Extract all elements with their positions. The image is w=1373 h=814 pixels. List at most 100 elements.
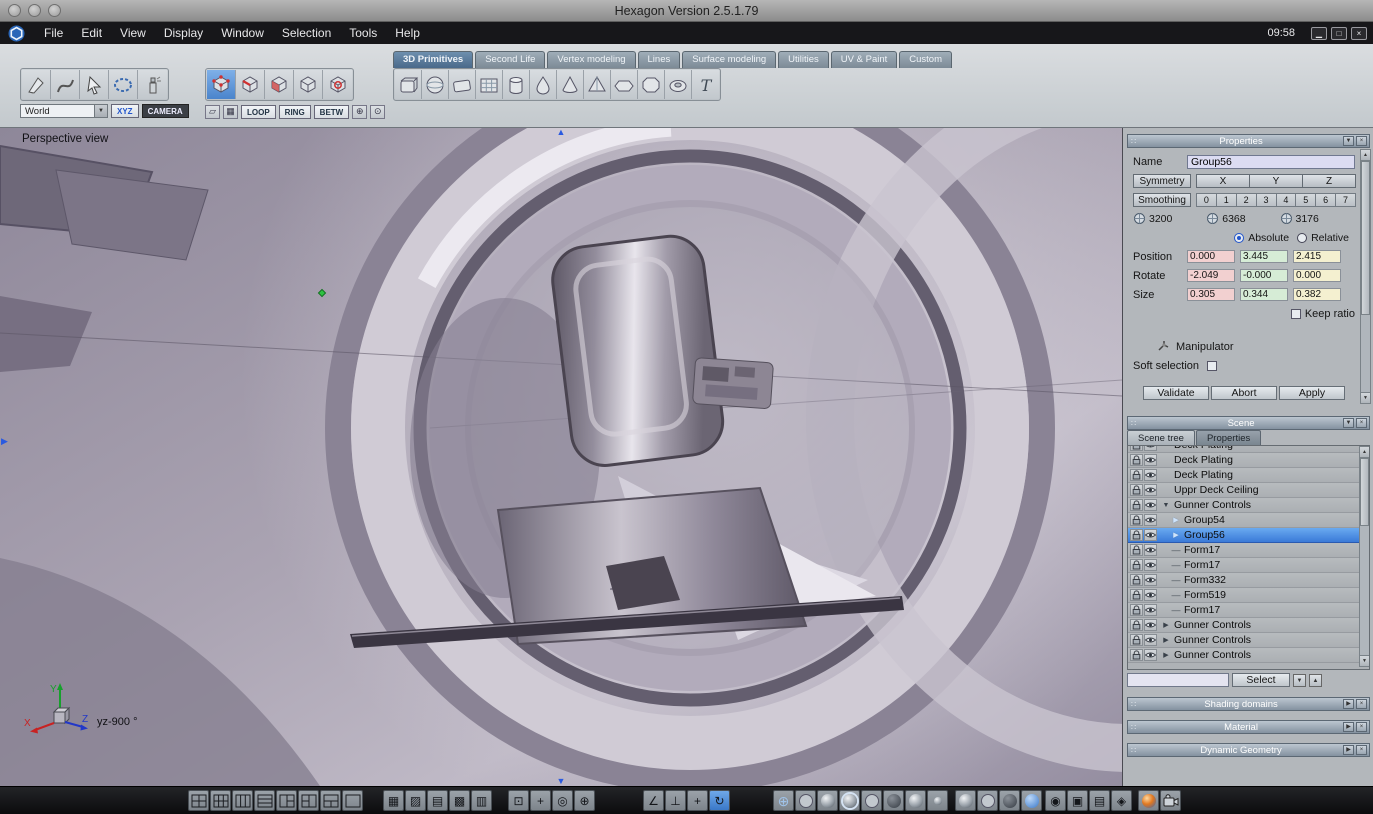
normal-tool-icon[interactable]: ⊥ <box>665 790 686 811</box>
panel-close-icon[interactable]: × <box>1356 136 1367 146</box>
tab-lines[interactable]: Lines <box>637 51 681 68</box>
layout-single-icon[interactable] <box>342 790 363 811</box>
scene-tree-row-deck-plating[interactable]: Deck Plating <box>1128 446 1359 453</box>
scene-tree-row-form519[interactable]: — Form519 <box>1128 588 1359 603</box>
tab-custom[interactable]: Custom <box>899 51 952 68</box>
uv-grid-icon[interactable]: ▦ <box>383 790 404 811</box>
scroll-up-icon[interactable]: ▲ <box>1361 150 1370 161</box>
abort-button[interactable]: Abort <box>1211 385 1277 400</box>
pan-view-icon[interactable]: + <box>530 790 551 811</box>
dynamic-geometry-panel-header[interactable]: ∷ Dynamic Geometry ▶ × <box>1127 743 1370 757</box>
lock-icon[interactable] <box>1130 446 1143 451</box>
keep-ratio-checkbox[interactable] <box>1290 308 1301 319</box>
panel-grip-icon[interactable]: ∷ <box>1128 723 1139 732</box>
face-mode-icon[interactable] <box>265 70 294 99</box>
scene-tree-row-group56[interactable]: ▶ Group56 <box>1128 528 1359 543</box>
symmetry-z-button[interactable]: Z <box>1302 173 1356 188</box>
layout-quad-icon[interactable] <box>188 790 209 811</box>
tab-3d-primitives[interactable]: 3D Primitives <box>393 51 474 68</box>
object-mode-icon[interactable] <box>294 70 323 99</box>
scene-panel-header[interactable]: ∷ Scene ▼ × <box>1127 416 1370 430</box>
split-handle-left[interactable]: ▶ <box>1 437 8 446</box>
smoothing-level-6[interactable]: 6 <box>1315 192 1337 207</box>
select-down-icon[interactable]: ▼ <box>1293 673 1306 687</box>
scene-tree-row-form17[interactable]: — Form17 <box>1128 603 1359 618</box>
panel-grip-icon[interactable]: ∷ <box>1128 419 1139 428</box>
dark-display-icon[interactable] <box>883 790 904 811</box>
orbit-tool-icon[interactable]: ↻ <box>709 790 730 811</box>
visibility-eye-icon[interactable] <box>1144 499 1157 511</box>
lock-icon[interactable] <box>1130 619 1143 631</box>
smoothing-level-5[interactable]: 5 <box>1295 192 1317 207</box>
between-button[interactable]: BETW <box>313 104 350 119</box>
scene-tree-row-gunner-controls[interactable]: ▶ Gunner Controls <box>1128 618 1359 633</box>
expand-icon[interactable]: ▶ <box>1170 531 1182 539</box>
scene-tree-row-deck-plating[interactable]: Deck Plating <box>1128 468 1359 483</box>
panel-close-icon[interactable]: × <box>1356 745 1367 755</box>
auto-mode-icon[interactable] <box>323 70 352 99</box>
rotate-z-field[interactable]: 0.000 <box>1293 269 1341 282</box>
scroll-thumb[interactable] <box>1361 161 1370 315</box>
rotate-y-field[interactable]: -0.000 <box>1240 269 1288 282</box>
properties-scrollbar[interactable]: ▲ ▼ <box>1360 149 1371 404</box>
teardrop-primitive-icon[interactable] <box>530 70 557 99</box>
visibility-eye-icon[interactable] <box>1144 634 1157 646</box>
xyz-button[interactable]: XYZ <box>111 104 139 118</box>
paint-layer-icon[interactable]: ▨ <box>405 790 426 811</box>
expand-icon[interactable]: ▶ <box>1170 516 1182 524</box>
scroll-thumb[interactable] <box>1360 458 1369 526</box>
select-button[interactable]: Select <box>1232 673 1290 687</box>
smoothing-level-2[interactable]: 2 <box>1235 192 1257 207</box>
curve-tool-icon[interactable] <box>51 70 80 99</box>
select-input[interactable] <box>1127 673 1229 687</box>
pyramid-primitive-icon[interactable] <box>584 70 611 99</box>
visibility-eye-icon[interactable] <box>1144 574 1157 586</box>
material-panel-header[interactable]: ∷ Material ▶ × <box>1127 720 1370 734</box>
layout-six-icon[interactable] <box>210 790 231 811</box>
uv-editor-icon[interactable]: ▣ <box>1067 790 1088 811</box>
lock-icon[interactable] <box>1130 529 1143 541</box>
visibility-eye-icon[interactable] <box>1144 619 1157 631</box>
cone-primitive-icon[interactable] <box>557 70 584 99</box>
minimize-button[interactable]: ▁ <box>1311 26 1327 40</box>
texture-colors-icon[interactable]: ▩ <box>449 790 470 811</box>
shading-list-icon[interactable]: ▤ <box>1089 790 1110 811</box>
lock-icon[interactable] <box>1130 469 1143 481</box>
texture-rows-icon[interactable]: ▥ <box>471 790 492 811</box>
manipulator-icon[interactable] <box>1157 339 1170 355</box>
scroll-down-icon[interactable]: ▼ <box>1360 655 1369 666</box>
visibility-eye-icon[interactable] <box>1144 484 1157 496</box>
layout-rows-icon[interactable] <box>254 790 275 811</box>
points-display-icon[interactable] <box>927 790 948 811</box>
validate-button[interactable]: Validate <box>1143 385 1209 400</box>
grid-primitive-icon[interactable] <box>476 70 503 99</box>
tab-uv-paint[interactable]: UV & Paint <box>830 51 898 68</box>
lock-icon[interactable] <box>1130 604 1143 616</box>
symmetry-button[interactable]: Symmetry <box>1133 173 1191 188</box>
select-arrow-icon[interactable] <box>80 70 109 99</box>
size-z-field[interactable]: 0.382 <box>1293 288 1341 301</box>
position-x-field[interactable]: 0.000 <box>1187 250 1235 263</box>
visibility-eye-icon[interactable] <box>1144 589 1157 601</box>
split-handle-top[interactable]: ▲ <box>557 128 566 137</box>
grow-selection-icon[interactable]: ⊕ <box>352 104 368 119</box>
shading-domains-panel-header[interactable]: ∷ Shading domains ▶ × <box>1127 697 1370 711</box>
panel-close-icon[interactable]: × <box>1356 699 1367 709</box>
smooth-display-icon[interactable] <box>817 790 838 811</box>
lighting-icon[interactable] <box>955 790 976 811</box>
smoothing-level-1[interactable]: 1 <box>1215 192 1237 207</box>
grid-edge-icon[interactable]: ▦ <box>223 104 238 119</box>
menu-item-help[interactable]: Help <box>386 26 429 40</box>
text-primitive-icon[interactable]: T <box>692 70 719 99</box>
minimize-traffic-button[interactable] <box>28 4 41 17</box>
zoom-traffic-button[interactable] <box>48 4 61 17</box>
visibility-eye-icon[interactable] <box>1144 469 1157 481</box>
expand-icon[interactable]: ▶ <box>1160 636 1172 644</box>
spray-tool-icon[interactable] <box>138 70 167 99</box>
domains-icon[interactable]: ◈ <box>1111 790 1132 811</box>
camera-button[interactable]: CAMERA <box>141 104 189 118</box>
textured-display-icon[interactable] <box>861 790 882 811</box>
lock-icon[interactable] <box>1130 499 1143 511</box>
relative-radio[interactable] <box>1297 232 1308 243</box>
layout-left-split-icon[interactable] <box>276 790 297 811</box>
